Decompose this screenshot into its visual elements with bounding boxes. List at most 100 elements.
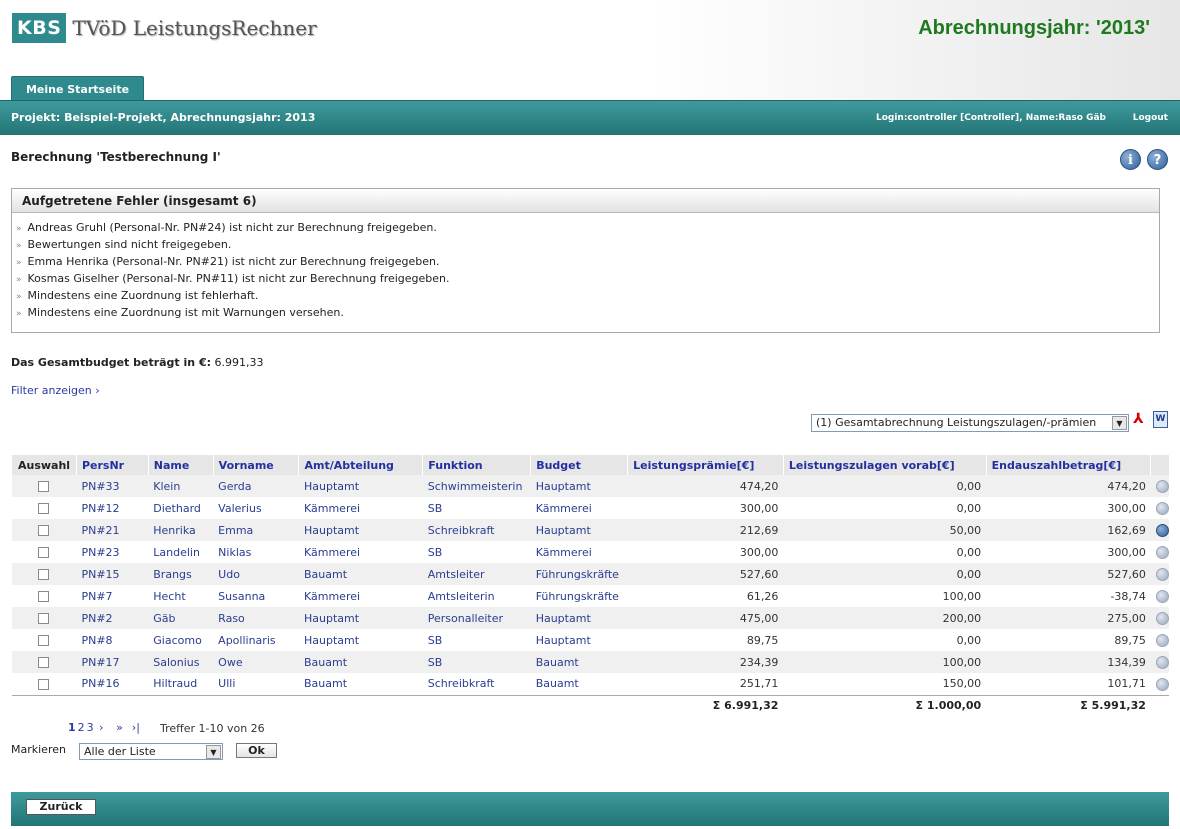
error-text: Bewertungen sind nicht freigegeben. — [27, 238, 232, 251]
row-info-icon[interactable] — [1155, 589, 1169, 603]
table-row[interactable]: PN#8 Giacomo Apollinaris Hauptamt SB Hauptamt… — [11, 629, 1169, 651]
row-checkbox[interactable] — [38, 678, 50, 690]
footer-bar: Zurück — [11, 792, 1169, 826]
row-info-icon[interactable] — [1155, 567, 1169, 581]
last-page-icon[interactable]: ›| — [132, 721, 140, 734]
row-info-icon[interactable] — [1155, 523, 1169, 537]
col-budget[interactable]: Budget — [530, 455, 628, 475]
cell-vorab: 0,00 — [783, 563, 987, 585]
row-checkbox[interactable] — [38, 657, 50, 668]
error-item: » Mindestens eine Zuordnung ist fehlerhaf… — [16, 287, 1159, 304]
tab-meine-startseite[interactable]: Meine Startseite — [11, 76, 144, 101]
cell-praemie: 89,75 — [627, 629, 784, 651]
table-row[interactable]: PN#15 Brangs Udo Bauamt Amtsleiter Führungskr… — [11, 563, 1169, 585]
table-row[interactable]: PN#33 Klein Gerda Hauptamt Schwimmeisterin Ha… — [11, 475, 1169, 497]
row-checkbox[interactable] — [38, 481, 50, 492]
row-info-icon[interactable] — [1155, 655, 1169, 669]
table-row[interactable]: PN#21 Henrika Emma Hauptamt Schreibkraft Haup… — [11, 519, 1169, 541]
show-filter-link[interactable]: Filter anzeigen › — [11, 384, 100, 397]
info-cell — [1150, 673, 1169, 695]
cell-funktion: SB — [422, 541, 531, 563]
error-box-title: Aufgetretene Fehler (insgesamt 6) — [12, 189, 1159, 213]
info-cell — [1150, 497, 1169, 519]
logout-link[interactable]: Logout — [1133, 113, 1168, 123]
next-page-icon[interactable]: › — [99, 721, 103, 734]
cell-amt: Hauptamt — [298, 475, 423, 497]
cell-vorname: Raso — [213, 607, 299, 629]
fast-forward-icon[interactable]: » — [116, 721, 123, 734]
page-link[interactable]: 2 — [78, 721, 85, 734]
info-cell — [1150, 563, 1169, 585]
row-info-icon[interactable] — [1155, 633, 1169, 647]
col-leistungspraemie[interactable]: Leistungsprämie[€] — [627, 455, 784, 475]
col-endauszahlbetrag[interactable]: Endauszahlbetrag[€] — [985, 455, 1151, 475]
sum-row: Σ 6.991,32 Σ 1.000,00 Σ 5.991,32 — [11, 694, 1169, 715]
error-item: » Bewertungen sind nicht freigegeben. — [16, 236, 1159, 253]
row-info-icon[interactable] — [1155, 611, 1169, 625]
cell-vorname: Valerius — [213, 497, 299, 519]
error-item: » Mindestens eine Zuordnung ist mit Warnu… — [16, 304, 1159, 321]
cell-praemie: 234,39 — [627, 651, 784, 673]
col-vorname[interactable]: Vorname — [212, 455, 299, 475]
row-info-icon[interactable] — [1155, 545, 1169, 559]
table-row[interactable]: PN#16 Hiltraud Ulli Bauamt Schreibkraft Bauam… — [11, 673, 1169, 695]
table-row[interactable]: PN#12 Diethard Valerius Kämmerei SB Kämmerei 3… — [11, 497, 1169, 519]
cell-vorname: Ulli — [213, 673, 299, 695]
help-icon[interactable]: ? — [1147, 149, 1168, 170]
row-checkbox[interactable] — [38, 503, 50, 514]
col-persnr[interactable]: PersNr — [75, 455, 149, 475]
row-info-icon[interactable] — [1155, 479, 1169, 493]
col-amt[interactable]: Amt/Abteilung — [298, 455, 423, 475]
row-checkbox[interactable] — [38, 569, 50, 580]
mark-select[interactable]: Alle der Liste ▼ — [79, 743, 223, 760]
col-funktion[interactable]: Funktion — [422, 455, 531, 475]
page-link[interactable]: 3 — [87, 721, 94, 734]
chevron-down-icon[interactable]: ▼ — [206, 745, 221, 759]
app-header: KBS TVöD LeistungsRechner Abrechnungsjah… — [0, 0, 1180, 100]
select-cell — [11, 607, 77, 629]
logo-badge: KBS — [12, 13, 67, 43]
cell-persnr: PN#16 — [76, 673, 149, 695]
col-name[interactable]: Name — [147, 455, 214, 475]
col-leistungszulagen-vorab[interactable]: Leistungszulagen vorab[€] — [782, 455, 987, 475]
billing-year-title: Abrechnungsjahr: '2013' — [918, 17, 1150, 39]
row-info-icon[interactable] — [1155, 677, 1169, 691]
back-button[interactable]: Zurück — [26, 799, 96, 815]
cell-praemie: 251,71 — [627, 673, 784, 695]
cell-budget: Kämmerei — [530, 541, 628, 563]
table-row[interactable]: PN#17 Salonius Owe Bauamt SB Bauamt 234,39 100,… — [11, 651, 1169, 673]
select-cell — [11, 563, 77, 585]
cell-vorab: 0,00 — [783, 629, 987, 651]
cell-budget: Hauptamt — [530, 629, 628, 651]
cell-end: 275,00 — [986, 607, 1151, 629]
chevron-down-icon[interactable]: ▼ — [1112, 416, 1127, 430]
row-info-icon[interactable] — [1155, 501, 1169, 515]
sum-vorab: Σ 1.000,00 — [783, 694, 987, 715]
cell-praemie: 474,20 — [627, 475, 784, 497]
row-checkbox[interactable] — [38, 525, 50, 536]
cell-amt: Kämmerei — [298, 585, 423, 607]
total-budget: Das Gesamtbudget beträgt in €: 6.991,33 — [11, 356, 263, 369]
select-cell — [11, 541, 77, 563]
row-checkbox[interactable] — [38, 591, 50, 602]
ok-button[interactable]: Ok — [236, 743, 277, 758]
report-select[interactable]: (1) Gesamtabrechnung Leistungszulagen/-p… — [811, 414, 1129, 432]
row-checkbox[interactable] — [38, 613, 50, 624]
cell-amt: Bauamt — [298, 673, 423, 695]
mark-select-value: Alle der Liste — [84, 745, 156, 758]
word-export-icon[interactable]: W — [1153, 411, 1168, 428]
cell-end: 300,00 — [986, 541, 1151, 563]
table-row[interactable]: PN#7 Hecht Susanna Kämmerei Amtsleiterin Führ… — [11, 585, 1169, 607]
table-row[interactable]: PN#2 Gäb Raso Hauptamt Personalleiter Hauptam… — [11, 607, 1169, 629]
row-checkbox[interactable] — [38, 547, 50, 558]
pdf-export-icon[interactable]: ⅄ — [1133, 411, 1148, 428]
cell-budget: Bauamt — [530, 651, 628, 673]
cell-end: 134,39 — [986, 651, 1151, 673]
row-checkbox[interactable] — [38, 635, 50, 646]
cell-persnr: PN#7 — [76, 585, 149, 607]
pagination: 123 › » ›| — [68, 721, 142, 734]
info-icon[interactable]: i — [1120, 149, 1141, 170]
info-cell — [1150, 541, 1169, 563]
page-link[interactable]: 1 — [68, 721, 76, 734]
table-row[interactable]: PN#23 Landelin Niklas Kämmerei SB Kämmerei 300… — [11, 541, 1169, 563]
